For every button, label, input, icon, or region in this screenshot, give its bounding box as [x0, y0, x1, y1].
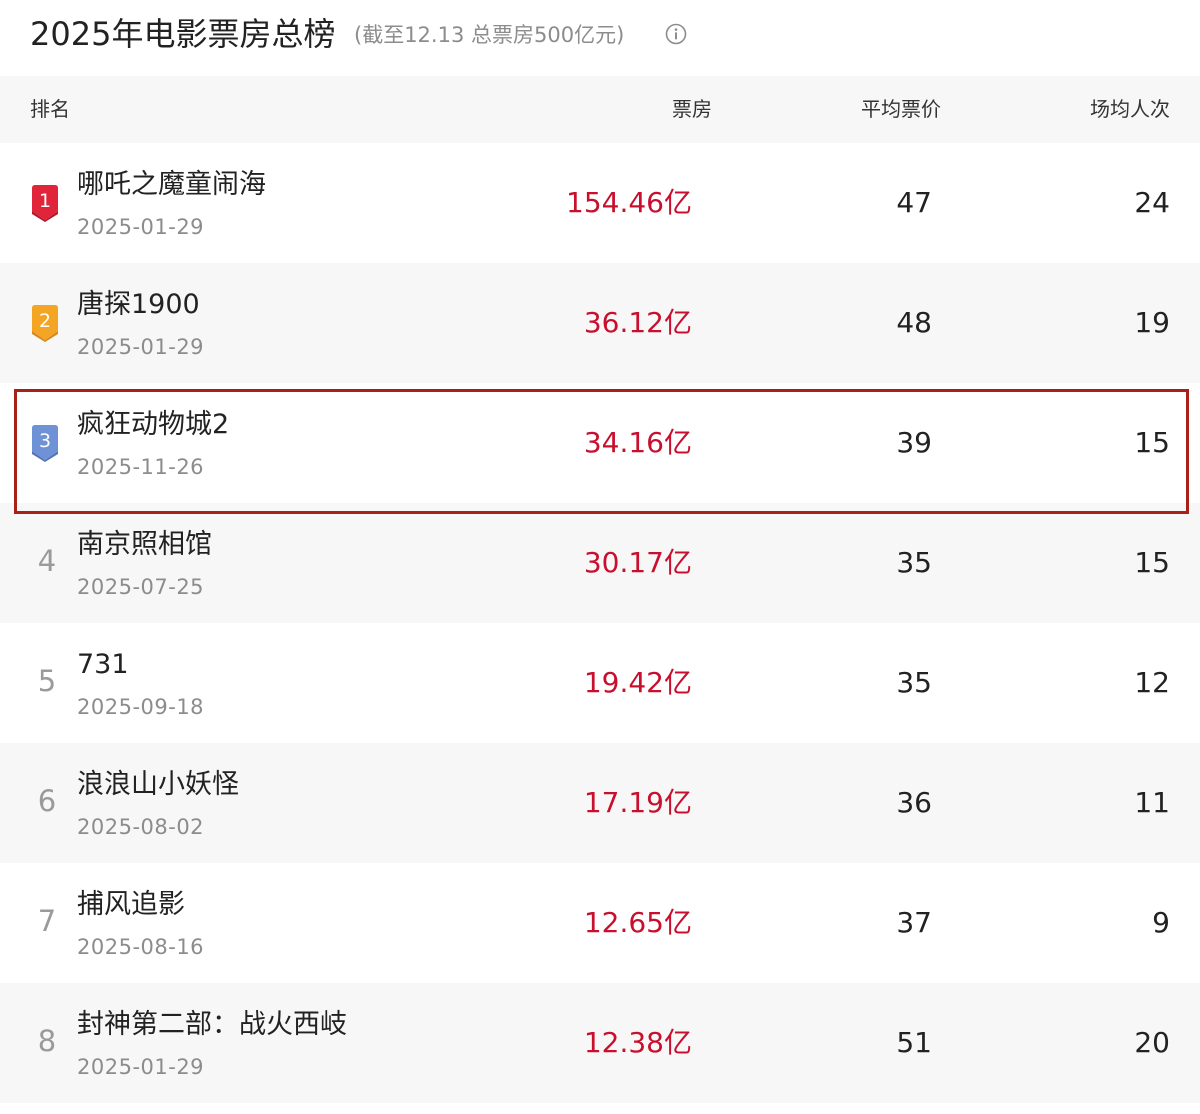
- avg-attendance-value: 15: [1134, 546, 1170, 579]
- table-row[interactable]: 6 浪浪山小妖怪 2025-08-02 17.19亿 36 11: [0, 743, 1200, 863]
- release-date: 2025-07-25: [77, 575, 205, 599]
- table-header: 排名 票房 平均票价 场均人次: [0, 76, 1200, 143]
- page-subtitle: (截至12.13 总票房500亿元): [354, 23, 625, 47]
- box-office-value: 12.38亿: [583, 1026, 692, 1059]
- rank-number: 2: [38, 310, 52, 332]
- avg-attendance-value: 19: [1134, 306, 1170, 339]
- movie-title: 南京照相馆: [77, 529, 212, 560]
- box-office-value: 19.42亿: [583, 666, 692, 699]
- table-row[interactable]: 5 731 2025-09-18 19.42亿 35 12: [0, 623, 1200, 743]
- info-circle-icon[interactable]: [665, 23, 687, 45]
- rank-number: 5: [37, 664, 57, 698]
- avg-price-value: 39: [896, 426, 932, 459]
- column-header-avg-attendance[interactable]: 场均人次: [1090, 76, 1170, 143]
- rank-number: 3: [38, 430, 52, 452]
- box-office-value: 30.17亿: [583, 546, 692, 579]
- box-office-value: 34.16亿: [583, 426, 692, 459]
- blue-medal-icon: 3: [29, 424, 61, 462]
- release-date: 2025-11-26: [77, 455, 205, 479]
- column-header-box-office[interactable]: 票房: [672, 76, 712, 143]
- movie-title: 捕风追影: [77, 889, 185, 920]
- release-date: 2025-08-16: [77, 935, 205, 959]
- avg-price-value: 35: [896, 546, 932, 579]
- table-row[interactable]: 7 捕风追影 2025-08-16 12.65亿 37 9: [0, 863, 1200, 983]
- table-row[interactable]: 4 南京照相馆 2025-07-25 30.17亿 35 15: [0, 503, 1200, 623]
- release-date: 2025-01-29: [77, 1055, 205, 1079]
- title-bar: 2025年电影票房总榜 (截至12.13 总票房500亿元): [0, 0, 1200, 76]
- avg-price-value: 37: [896, 906, 932, 939]
- movie-title: 731: [77, 649, 129, 680]
- table-row[interactable]: 1 哪吒之魔童闹海 2025-01-29 154.46亿 47 24: [0, 143, 1200, 263]
- red-medal-icon: 1: [29, 184, 61, 222]
- movie-title: 疯狂动物城2: [77, 409, 230, 440]
- avg-attendance-value: 9: [1152, 906, 1170, 939]
- avg-attendance-value: 12: [1134, 666, 1170, 699]
- box-office-value: 36.12亿: [583, 306, 692, 339]
- box-office-value: 12.65亿: [583, 906, 692, 939]
- release-date: 2025-09-18: [77, 695, 205, 719]
- ranking-table: 1 哪吒之魔童闹海 2025-01-29 154.46亿 47 24 2 唐探1…: [0, 143, 1200, 1103]
- box-office-value: 17.19亿: [583, 786, 692, 819]
- movie-title: 唐探1900: [77, 289, 200, 320]
- avg-price-value: 35: [896, 666, 932, 699]
- table-row[interactable]: 3 疯狂动物城2 2025-11-26 34.16亿 39 15: [0, 383, 1200, 503]
- movie-title: 哪吒之魔童闹海: [77, 169, 266, 200]
- rank-number: 7: [37, 904, 57, 938]
- table-row[interactable]: 2 唐探1900 2025-01-29 36.12亿 48 19: [0, 263, 1200, 383]
- column-header-rank[interactable]: 排名: [30, 76, 70, 143]
- orange-medal-icon: 2: [29, 304, 61, 342]
- avg-price-value: 36: [896, 786, 932, 819]
- avg-attendance-value: 11: [1134, 786, 1170, 819]
- box-office-value: 154.46亿: [566, 186, 692, 219]
- release-date: 2025-01-29: [77, 335, 205, 359]
- rank-number: 6: [37, 784, 57, 818]
- avg-attendance-value: 15: [1134, 426, 1170, 459]
- release-date: 2025-01-29: [77, 215, 205, 239]
- rank-number: 1: [38, 190, 52, 212]
- table-row[interactable]: 8 封神第二部：战火西岐 2025-01-29 12.38亿 51 20: [0, 983, 1200, 1103]
- column-header-avg-price[interactable]: 平均票价: [861, 76, 941, 143]
- movie-title: 浪浪山小妖怪: [77, 769, 239, 800]
- release-date: 2025-08-02: [77, 815, 205, 839]
- rank-number: 4: [37, 544, 57, 578]
- movie-title: 封神第二部：战火西岐: [77, 1009, 347, 1040]
- avg-attendance-value: 20: [1134, 1026, 1170, 1059]
- avg-attendance-value: 24: [1134, 186, 1170, 219]
- avg-price-value: 51: [896, 1026, 932, 1059]
- rank-number: 8: [37, 1024, 57, 1058]
- avg-price-value: 48: [896, 306, 932, 339]
- avg-price-value: 47: [896, 186, 932, 219]
- page-title: 2025年电影票房总榜: [30, 15, 336, 53]
